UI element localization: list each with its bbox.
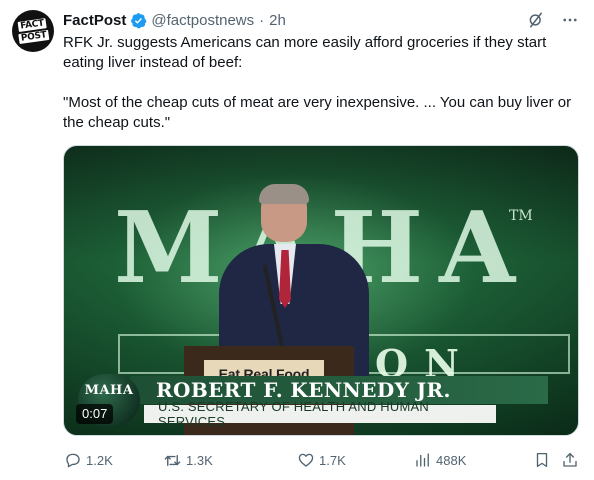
heart-icon	[296, 451, 315, 470]
video-player[interactable]: MAHA TM ON Eat Real Food ROBERT F. KENNE…	[63, 145, 579, 436]
reply-button[interactable]: 1.2K	[63, 451, 113, 470]
separator-dot: ·	[259, 11, 265, 29]
verified-badge-icon[interactable]	[130, 12, 147, 29]
tweet-text: RFK Jr. suggests Americans can more easi…	[63, 33, 583, 133]
reply-icon	[63, 451, 82, 470]
tweet-timestamp[interactable]: 2h	[269, 12, 286, 29]
author-name[interactable]: FactPost	[63, 12, 126, 29]
repost-count: 1.3K	[186, 452, 213, 468]
repost-icon	[163, 451, 182, 470]
tweet-action-bar: 1.2K 1.3K 1.7K 488K	[63, 449, 583, 471]
lower-third-title: U.S. SECRETARY OF HEALTH AND HUMAN SERVI…	[144, 399, 496, 429]
analytics-icon	[413, 451, 432, 470]
bookmark-icon	[532, 451, 551, 470]
author-handle[interactable]: @factpostnews	[151, 12, 254, 29]
avatar-text-line-2: POST	[18, 29, 50, 44]
like-button[interactable]: 1.7K	[296, 451, 346, 470]
share-button[interactable]	[560, 451, 579, 470]
more-icon[interactable]	[560, 10, 580, 30]
share-icon	[560, 451, 579, 470]
trademark-mark: TM	[509, 208, 533, 224]
tweet-paragraph-1: RFK Jr. suggests Americans can more easi…	[63, 34, 547, 71]
lower-third-caption: ROBERT F. KENNEDY JR. U.S. SECRETARY OF …	[78, 374, 548, 429]
maha-logo-text: MAHA	[84, 383, 134, 398]
tweet: FACT POST FactPost @factpostnews · 2h RF…	[0, 0, 594, 480]
reply-count: 1.2K	[86, 452, 113, 468]
video-duration: 0:07	[76, 404, 114, 424]
grok-icon[interactable]	[526, 10, 546, 30]
factpost-logo: FACT POST	[14, 14, 52, 48]
like-count: 1.7K	[319, 452, 346, 468]
bookmark-button[interactable]	[532, 451, 551, 470]
speaker-hair	[259, 184, 309, 204]
views-button[interactable]: 488K	[413, 451, 466, 470]
author-avatar[interactable]: FACT POST	[12, 10, 54, 52]
tweet-top-actions	[526, 10, 580, 30]
repost-button[interactable]: 1.3K	[163, 451, 213, 470]
view-count: 488K	[436, 452, 467, 468]
tweet-paragraph-2: "Most of the cheap cuts of meat are very…	[63, 94, 572, 131]
tweet-header: FactPost @factpostnews · 2h	[63, 10, 286, 30]
